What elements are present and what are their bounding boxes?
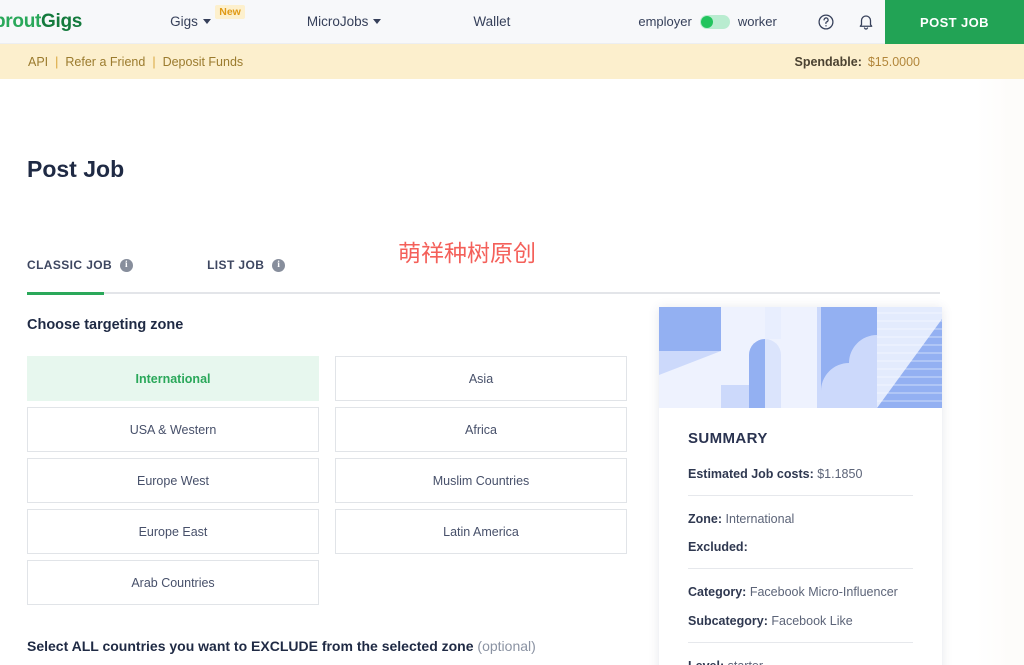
tab-active-indicator: [27, 292, 104, 295]
site-logo[interactable]: proutGigs: [0, 11, 82, 33]
zone-button-latin-america[interactable]: Latin America: [335, 509, 627, 554]
link-refer-a-friend[interactable]: Refer a Friend: [65, 55, 145, 69]
main-nav-links: Gigs New MicroJobs Wallet: [160, 5, 520, 29]
toggle-knob: [700, 15, 713, 28]
help-circle-icon[interactable]: [817, 13, 835, 31]
spendable-label: Spendable:: [794, 54, 862, 69]
summary-value-category: Facebook Micro-Influencer: [749, 585, 898, 600]
secondary-bar: API | Refer a Friend | Deposit Funds Spe…: [0, 44, 1024, 79]
link-separator: |: [152, 54, 156, 69]
summary-label-excluded: Excluded:: [688, 540, 748, 555]
zone-button-europe-west[interactable]: Europe West: [27, 458, 319, 503]
exclude-countries-heading: Select ALL countries you want to EXCLUDE…: [27, 638, 536, 654]
summary-label-category: Category:: [688, 585, 747, 600]
zone-button-muslim-countries[interactable]: Muslim Countries: [335, 458, 627, 503]
summary-row-subcategory: Subcategory: Facebook Like: [688, 612, 913, 630]
nav-label-gigs: Gigs: [170, 14, 198, 29]
summary-heading: SUMMARY: [688, 430, 768, 447]
job-type-tabs: CLASSIC JOB i LIST JOB i: [27, 258, 286, 294]
summary-value-subcategory: Facebook Like: [771, 613, 853, 628]
summary-label-subcategory: Subcategory:: [688, 613, 768, 628]
summary-row-level: Level: starter: [688, 657, 913, 665]
nav-label-microjobs: MicroJobs: [306, 14, 369, 29]
spendable-balance: Spendable: $15.0000: [794, 55, 920, 69]
summary-divider: [688, 568, 913, 570]
nav-label-wallet: Wallet: [473, 14, 511, 29]
summary-label-cost: Estimated Job costs:: [688, 467, 814, 481]
watermark-text-chinese: 萌祥种树原创: [398, 241, 536, 267]
logo-text-part1: prout: [0, 10, 42, 32]
new-badge: New: [215, 5, 245, 19]
summary-divider: [688, 641, 913, 643]
zone-button-africa[interactable]: Africa: [335, 407, 627, 452]
summary-value-cost: $1.1850: [817, 467, 863, 481]
tab-classic-job[interactable]: CLASSIC JOB i: [27, 258, 134, 294]
role-label-worker: worker: [737, 14, 777, 29]
summary-body: SUMMARY Estimated Job costs: $1.1850 Zon…: [659, 408, 942, 665]
summary-divider: [688, 495, 913, 497]
exclude-heading-main: Select ALL countries you want to EXCLUDE…: [27, 638, 474, 654]
summary-row-zone: Zone: International: [688, 510, 913, 528]
zone-button-arab-countries[interactable]: Arab Countries: [27, 560, 319, 605]
post-job-button[interactable]: POST JOB: [885, 0, 1024, 44]
summary-row-cost: Estimated Job costs: $1.1850: [688, 465, 913, 483]
page-content: Post Job 萌祥种树原创 CLASSIC JOB i LIST JOB i…: [0, 79, 1024, 665]
chevron-down-icon: [202, 19, 211, 24]
chevron-down-icon: [373, 19, 382, 24]
role-label-employer: employer: [638, 14, 692, 29]
page-edge-fade: [976, 79, 1024, 665]
summary-value-zone: International: [725, 512, 795, 527]
nav-item-gigs[interactable]: Gigs New: [160, 5, 245, 29]
summary-label-level: Level:: [688, 659, 724, 665]
zone-button-europe-east[interactable]: Europe East: [27, 509, 319, 554]
nav-item-microjobs[interactable]: MicroJobs: [297, 14, 392, 29]
tab-divider: [27, 292, 940, 294]
exclude-heading-optional: (optional): [477, 638, 536, 654]
info-icon[interactable]: i: [120, 258, 134, 272]
page-title: Post Job: [27, 156, 125, 182]
summary-row-excluded: Excluded:: [688, 538, 913, 556]
link-separator: |: [55, 54, 59, 69]
top-navigation-bar: proutGigs Gigs New MicroJobs Wallet empl…: [0, 0, 1024, 44]
banner-graphic: [659, 307, 942, 408]
role-toggle[interactable]: [699, 14, 730, 29]
spendable-value: $15.0000: [867, 54, 920, 69]
zone-button-international[interactable]: International: [27, 356, 319, 401]
role-switch: employer worker: [638, 14, 776, 29]
decorative-banner-image: [659, 307, 942, 408]
bell-icon[interactable]: [857, 13, 875, 31]
summary-card: SUMMARY Estimated Job costs: $1.1850 Zon…: [659, 307, 942, 665]
utility-links: API | Refer a Friend | Deposit Funds: [28, 55, 243, 69]
link-api[interactable]: API: [28, 55, 48, 69]
summary-value-level: starter: [728, 659, 763, 665]
info-icon[interactable]: i: [272, 258, 286, 272]
summary-label-zone: Zone:: [688, 512, 723, 527]
zone-button-usa-western[interactable]: USA & Western: [27, 407, 319, 452]
nav-item-wallet[interactable]: Wallet: [463, 14, 520, 29]
targeting-zone-heading: Choose targeting zone: [27, 317, 184, 333]
tab-label-classic-job: CLASSIC JOB: [27, 258, 113, 272]
link-deposit-funds[interactable]: Deposit Funds: [163, 55, 244, 69]
zone-button-asia[interactable]: Asia: [335, 356, 627, 401]
logo-text-part2: Gigs: [41, 10, 83, 32]
targeting-zone-grid: International Asia USA & Western Africa …: [27, 356, 627, 605]
tab-list-job[interactable]: LIST JOB i: [207, 258, 286, 294]
summary-row-category: Category: Facebook Micro-Influencer: [688, 583, 913, 601]
tab-label-list-job: LIST JOB: [207, 258, 265, 272]
